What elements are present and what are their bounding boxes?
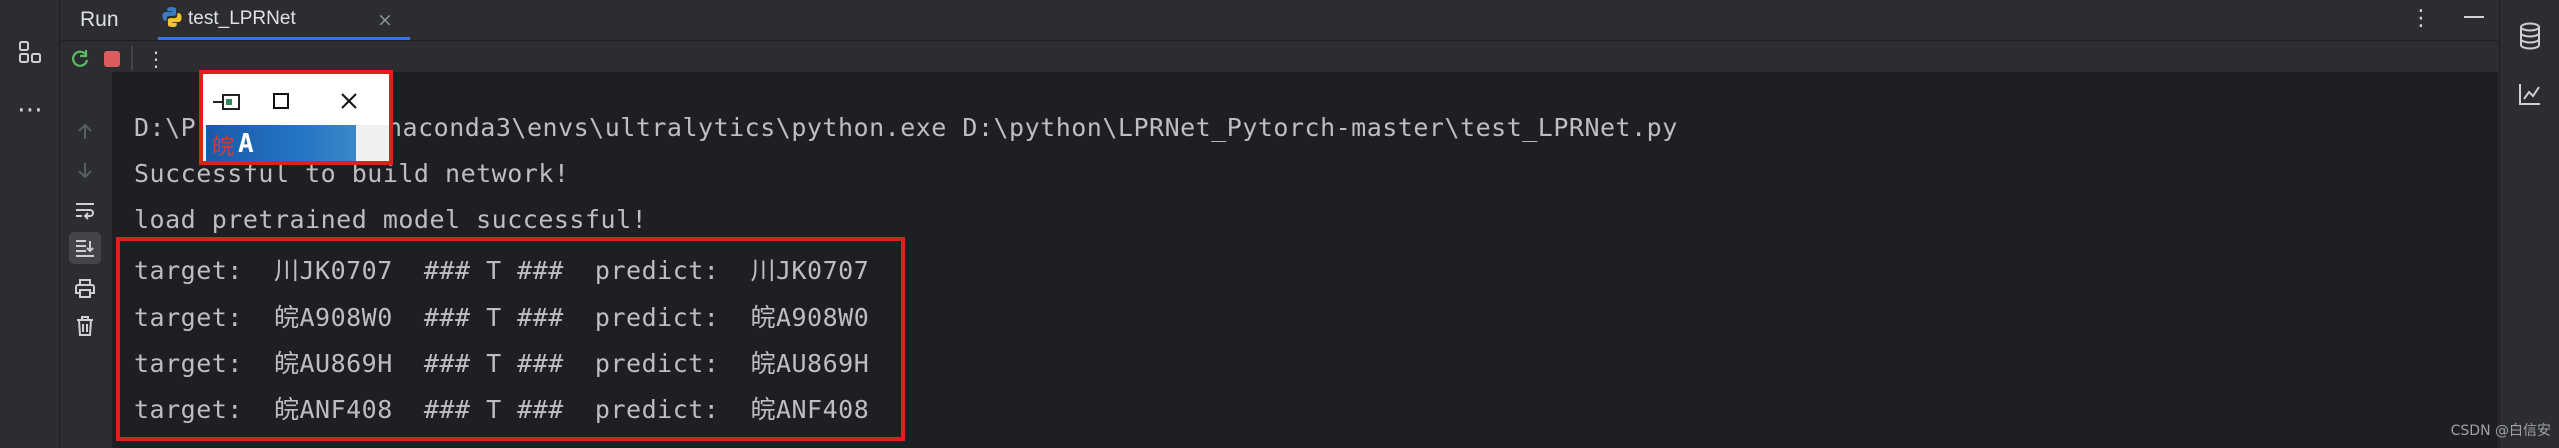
- results-highlight-box: [116, 237, 905, 441]
- console-line: naconda3\envs\ultralytics\python.exe D:\…: [387, 113, 1678, 142]
- rerun-icon[interactable]: [69, 48, 91, 70]
- up-arrow-icon[interactable]: [71, 118, 99, 146]
- stop-icon[interactable]: [101, 48, 123, 70]
- soft-wrap-icon[interactable]: [71, 196, 99, 224]
- minimize-icon[interactable]: [2464, 16, 2484, 18]
- left-tool-strip: ⋯: [0, 0, 60, 448]
- profiler-chart-icon[interactable]: [2514, 78, 2546, 110]
- tab-test-lprnet[interactable]: test_LPRNet ×: [158, 0, 410, 40]
- tab-label: test_LPRNet: [188, 8, 296, 29]
- image-window-highlight-box: [199, 70, 393, 165]
- print-icon[interactable]: [71, 274, 99, 302]
- run-toolbar: ⋮: [61, 40, 166, 72]
- python-file-icon: [160, 5, 184, 33]
- more-dots-icon[interactable]: ⋯: [14, 94, 46, 126]
- console-line: D:\P: [134, 113, 197, 142]
- watermark: CSDN @白信安: [2450, 423, 2551, 439]
- trash-icon[interactable]: [71, 312, 99, 340]
- run-tool-window-header: Run test_LPRNet × ⋮: [61, 0, 2498, 41]
- scroll-to-end-icon[interactable]: [69, 232, 101, 264]
- close-icon[interactable]: ×: [377, 9, 393, 31]
- right-tool-strip: [2499, 0, 2559, 448]
- more-vertical-icon[interactable]: ⋮: [145, 47, 167, 71]
- tool-window-title: Run: [80, 8, 119, 31]
- structure-icon[interactable]: [14, 36, 46, 68]
- console-line: load pretrained model successful!: [134, 205, 648, 234]
- active-tab-indicator: [158, 37, 410, 40]
- down-arrow-icon[interactable]: [71, 156, 99, 184]
- toolbar-separator: [131, 46, 133, 70]
- database-icon[interactable]: [2514, 20, 2546, 52]
- options-menu-icon[interactable]: ⋮: [2410, 6, 2432, 31]
